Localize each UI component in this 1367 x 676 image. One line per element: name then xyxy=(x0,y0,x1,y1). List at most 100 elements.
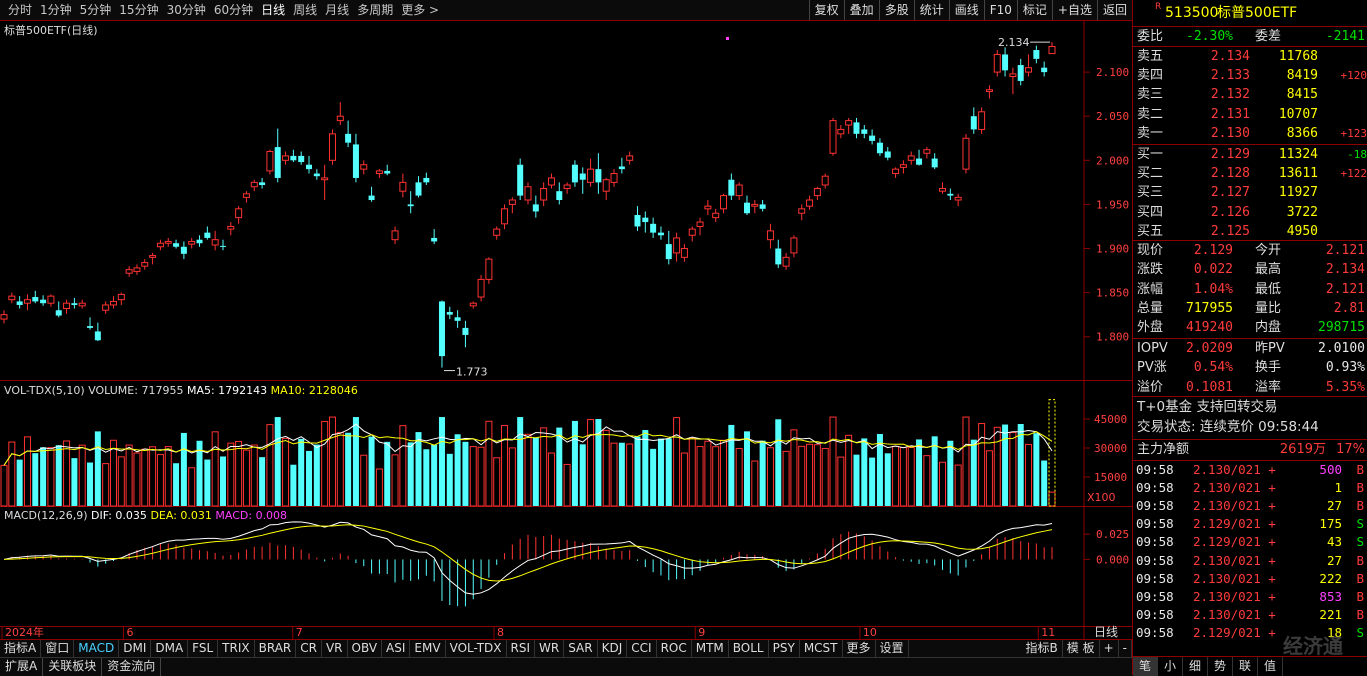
bid-volume: 11927 xyxy=(1279,183,1318,202)
period-tab-0[interactable]: 分时 xyxy=(4,3,36,17)
candle-body xyxy=(658,233,664,236)
candle-body xyxy=(588,169,594,182)
volume-bar xyxy=(392,455,398,506)
volume-bar xyxy=(541,428,547,506)
indicator-tab-item-25[interactable]: 设置 xyxy=(876,640,909,658)
volume-bar xyxy=(658,439,664,506)
indicator-right-1[interactable]: 模 板 xyxy=(1063,640,1100,658)
candle-body xyxy=(142,263,148,267)
indicator-right-0[interactable]: 指标B xyxy=(1022,640,1063,658)
indicator-tab-cci-18[interactable]: CCI xyxy=(627,640,656,658)
period-tab-7[interactable]: 周线 xyxy=(289,3,321,17)
iopv-label: IOPV xyxy=(1137,339,1168,358)
volume-bar xyxy=(306,451,312,506)
candle-body xyxy=(220,246,226,247)
indicator-tab-obv-10[interactable]: OBV xyxy=(348,640,383,658)
volume-bar xyxy=(455,434,461,506)
indicator-tab-psy-22[interactable]: PSY xyxy=(769,640,800,658)
indicator-tab-macd-2[interactable]: MACD xyxy=(74,640,119,658)
tool-button-6[interactable]: 标记 xyxy=(1017,0,1052,20)
volume-bar xyxy=(853,455,859,506)
volume-bar xyxy=(509,448,515,506)
price-tick-label: 2.100 xyxy=(1096,66,1129,79)
indicator-tab-vol-tdx-13[interactable]: VOL-TDX xyxy=(446,640,507,658)
candle-body xyxy=(940,189,946,192)
indicator-tab-item-1[interactable]: 窗口 xyxy=(41,640,74,658)
indicator-tab-kdj-17[interactable]: KDJ xyxy=(598,640,628,658)
indicator-tab-cr-8[interactable]: CR xyxy=(296,640,322,658)
indicator-tab-dma-4[interactable]: DMA xyxy=(151,640,188,658)
indicator-tab-rsi-14[interactable]: RSI xyxy=(507,640,536,658)
period-tab-6[interactable]: 日线 xyxy=(257,3,289,17)
bottom-tab-0[interactable]: 扩展A xyxy=(0,658,43,676)
indicator-tab-roc-19[interactable]: ROC xyxy=(657,640,692,658)
candle-body xyxy=(525,187,531,200)
volume-bar xyxy=(666,438,672,506)
volume-title: VOL-TDX(5,10) VOLUME: 717955 MA5: 179214… xyxy=(4,384,358,397)
indicator-right-2[interactable]: + xyxy=(1100,640,1119,658)
tool-button-7[interactable]: +自选 xyxy=(1052,0,1097,20)
ask-price: 2.132 xyxy=(1211,85,1250,104)
period-tab-2[interactable]: 5分钟 xyxy=(76,3,116,17)
period-tab-10[interactable]: 更多 > xyxy=(397,3,443,17)
volume-bar xyxy=(259,457,265,506)
period-tab-8[interactable]: 月线 xyxy=(321,3,353,17)
volume-bar xyxy=(275,417,281,506)
volume-bar xyxy=(893,446,899,506)
indicator-tab-mtm-20[interactable]: MTM xyxy=(692,640,729,658)
indicator-tab-a-0[interactable]: 指标A xyxy=(0,640,41,658)
tool-button-2[interactable]: 多股 xyxy=(879,0,914,20)
period-tab-3[interactable]: 15分钟 xyxy=(115,3,162,17)
indicator-right-3[interactable]: - xyxy=(1119,640,1132,658)
indicator-tab-fsl-5[interactable]: FSL xyxy=(188,640,218,658)
volume-bar xyxy=(56,445,62,506)
candle-body xyxy=(830,121,836,154)
indicator-tab-vr-9[interactable]: VR xyxy=(322,640,348,658)
bottom-tab-1[interactable]: 关联板块 xyxy=(43,658,102,676)
indicator-tab-dmi-3[interactable]: DMI xyxy=(119,640,151,658)
panel-tab-4[interactable]: 联 xyxy=(1233,657,1258,676)
tick-row: 09:582.130/021 +1B xyxy=(1133,479,1367,497)
candle-body xyxy=(924,150,930,154)
panel-tab-0[interactable]: 笔 xyxy=(1133,657,1158,676)
candle-body xyxy=(157,243,163,247)
indicator-tab-mcst-23[interactable]: MCST xyxy=(800,640,843,658)
volume-bar xyxy=(689,438,695,506)
candle-body xyxy=(681,249,687,258)
tick-row: 09:582.130/021 +500B xyxy=(1133,461,1367,479)
tool-button-4[interactable]: 画线 xyxy=(949,0,984,20)
tool-button-3[interactable]: 统计 xyxy=(914,0,949,20)
indicator-tab-boll-21[interactable]: BOLL xyxy=(729,640,769,658)
panel-tab-2[interactable]: 细 xyxy=(1183,657,1208,676)
volume-bar xyxy=(556,428,562,506)
period-tab-1[interactable]: 1分钟 xyxy=(36,3,76,17)
panel-tab-5[interactable]: 值 xyxy=(1258,657,1283,676)
kline-chart[interactable]: 2.1002.0502.0001.9501.9001.8501.8002.134… xyxy=(0,20,1132,652)
indicator-tab-brar-7[interactable]: BRAR xyxy=(255,640,297,658)
tick-price: 2.130/021 + xyxy=(1193,606,1276,624)
indicator-tab-wr-15[interactable]: WR xyxy=(535,640,564,658)
volume-bar xyxy=(142,449,148,506)
panel-tab-3[interactable]: 势 xyxy=(1208,657,1233,676)
indicator-tab-trix-6[interactable]: TRIX xyxy=(218,640,254,658)
period-tab-4[interactable]: 30分钟 xyxy=(163,3,210,17)
tool-button-0[interactable]: 复权 xyxy=(809,0,844,20)
candle-body xyxy=(1026,68,1032,72)
tool-button-5[interactable]: F10 xyxy=(984,0,1017,20)
iopv-row-0: IOPV2.0209昨PV2.0100 xyxy=(1133,339,1367,358)
ask-label: 卖三 xyxy=(1137,85,1163,104)
iopv-row-2: 溢价0.1081溢率5.35% xyxy=(1133,378,1367,397)
period-tab-9[interactable]: 多周期 xyxy=(353,3,397,17)
ask-row-1: 卖四2.1338419+120 xyxy=(1133,66,1367,85)
indicator-tab-emv-12[interactable]: EMV xyxy=(410,640,445,658)
indicator-tab-asi-11[interactable]: ASI xyxy=(382,640,410,658)
tool-button-1[interactable]: 叠加 xyxy=(844,0,879,20)
bottom-tab-2[interactable]: 资金流向 xyxy=(102,658,161,676)
indicator-tab-sar-16[interactable]: SAR xyxy=(564,640,597,658)
tool-button-8[interactable]: 返回 xyxy=(1097,0,1132,20)
quote-label-2: 量比 xyxy=(1255,299,1281,318)
quote-label-2: 最高 xyxy=(1255,260,1281,279)
indicator-tab-item-24[interactable]: 更多 xyxy=(843,640,876,658)
panel-tab-1[interactable]: 小 xyxy=(1158,657,1183,676)
period-tab-5[interactable]: 60分钟 xyxy=(210,3,257,17)
